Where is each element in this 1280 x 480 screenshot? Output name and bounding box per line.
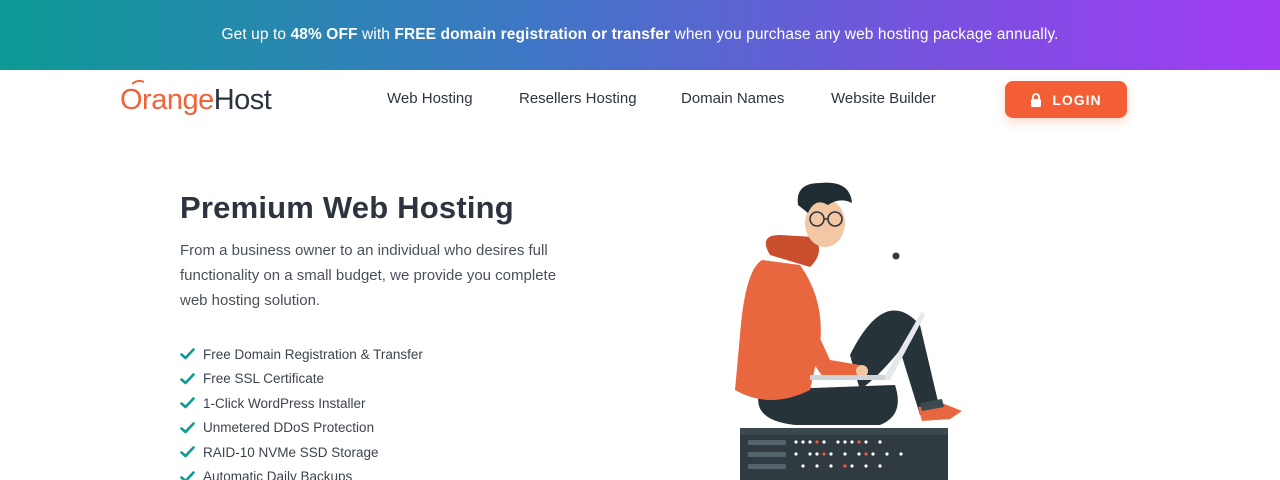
check-icon	[180, 372, 195, 385]
login-button[interactable]: LOGIN	[1005, 81, 1127, 118]
promo-banner: Get up to 48% OFF with FREE domain regis…	[0, 0, 1280, 70]
site-header: Orange Host Web Hosting Resellers Hosting…	[0, 70, 1280, 132]
promo-offer: FREE domain registration or transfer	[394, 26, 671, 43]
nav-resellers-hosting[interactable]: Resellers Hosting	[519, 90, 637, 107]
hero-title: Premium Web Hosting	[180, 190, 514, 225]
feature-label: Free Domain Registration & Transfer	[203, 346, 423, 362]
feature-item: Free SSL Certificate	[180, 367, 423, 392]
feature-item: 1-Click WordPress Installer	[180, 391, 423, 416]
nav-web-hosting[interactable]: Web Hosting	[387, 90, 473, 107]
promo-text: Get up to 48% OFF with FREE domain regis…	[221, 26, 1058, 44]
feature-label: Free SSL Certificate	[203, 371, 325, 387]
login-label: LOGIN	[1052, 91, 1102, 108]
brand-name-part2: Host	[213, 83, 272, 116]
promo-suffix: when you purchase any web hosting packag…	[670, 26, 1059, 43]
brand-logo[interactable]: Orange Host	[120, 78, 272, 122]
promo-discount: 48% OFF	[290, 26, 358, 43]
feature-label: 1-Click WordPress Installer	[203, 395, 366, 411]
server-icon	[740, 428, 948, 480]
feature-item: RAID-10 NVMe SSD Storage	[180, 440, 423, 465]
promo-prefix: Get up to	[221, 26, 291, 43]
check-icon	[180, 470, 195, 480]
nav-domain-names[interactable]: Domain Names	[681, 90, 784, 107]
lock-icon	[1031, 92, 1042, 107]
check-icon	[180, 446, 195, 458]
feature-item: Free Domain Registration & Transfer	[180, 342, 423, 367]
feature-label: RAID-10 NVMe SSD Storage	[203, 444, 379, 460]
nav-website-builder[interactable]: Website Builder	[831, 90, 936, 107]
check-icon	[180, 397, 195, 409]
feature-item: Automatic Daily Backups	[180, 465, 423, 480]
logo-accent-mark	[132, 80, 144, 85]
check-icon	[180, 348, 195, 360]
feature-label: Automatic Daily Backups	[203, 469, 353, 480]
hero-description: From a business owner to an individual w…	[180, 242, 557, 309]
feature-item: Unmetered DDoS Protection	[180, 416, 423, 441]
check-icon	[180, 421, 195, 434]
brand-name-part1: Orange	[120, 83, 214, 116]
promo-mid: with	[357, 26, 395, 43]
feature-list: Free Domain Registration & Transfer Free…	[180, 342, 423, 480]
hero-illustration	[735, 182, 962, 480]
feature-label: Unmetered DDoS Protection	[203, 420, 375, 436]
